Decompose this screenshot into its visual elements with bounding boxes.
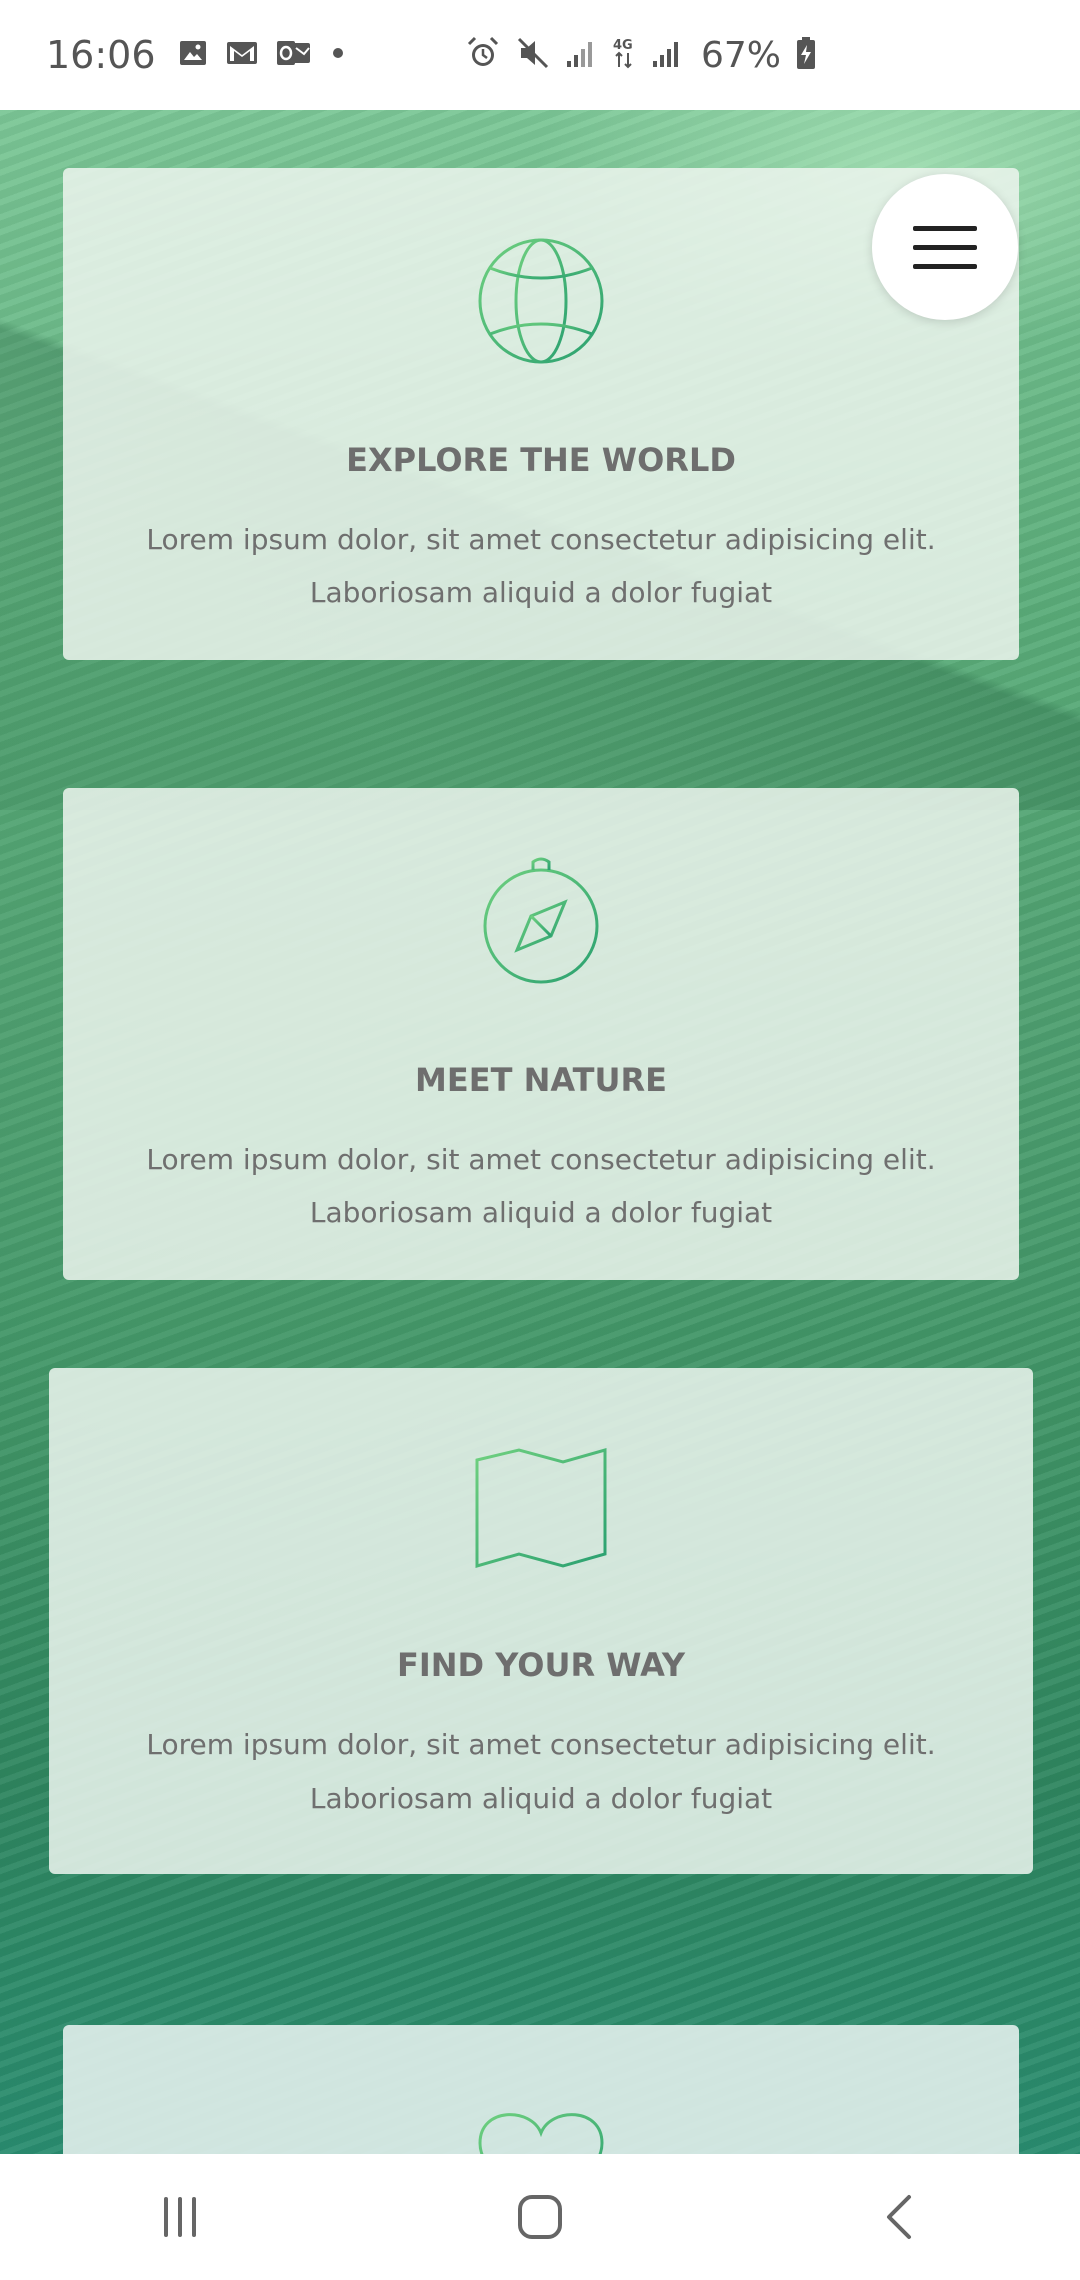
status-bar: 16:06 4G 67% (0, 0, 1080, 110)
mute-icon (515, 35, 551, 75)
back-button[interactable] (840, 2167, 960, 2267)
menu-button[interactable] (872, 174, 1018, 320)
hamburger-icon-line (913, 263, 977, 269)
battery-percent: 67% (701, 34, 782, 76)
card-text-line2: Laboriosam aliquid a dolor fugiat (309, 1196, 773, 1229)
card-title: EXPLORE THE WORLD (346, 441, 736, 479)
feature-card-find-way: FIND YOUR WAY Lorem ipsum dolor, sit ame… (49, 1368, 1033, 1874)
outlook-icon (276, 39, 312, 71)
card-text-line1: Lorem ipsum dolor, sit amet consectetur … (146, 523, 936, 556)
card-text-line2: Laboriosam aliquid a dolor fugiat (309, 576, 773, 609)
recent-apps-icon (164, 2197, 196, 2237)
main-content[interactable]: EXPLORE THE WORLD Lorem ipsum dolor, sit… (0, 110, 1080, 2154)
navigation-bar (0, 2154, 1080, 2280)
home-icon (518, 2195, 562, 2239)
back-icon (887, 2195, 911, 2239)
gallery-icon (178, 38, 208, 72)
signal-icon (565, 37, 597, 73)
recent-apps-button[interactable] (120, 2167, 240, 2267)
feature-card-nature: MEET NATURE Lorem ipsum dolor, sit amet … (63, 788, 1019, 1280)
hamburger-icon-line (913, 225, 977, 231)
gmail-icon (226, 40, 258, 70)
hamburger-icon-line (913, 244, 977, 250)
map-icon (475, 1448, 607, 1573)
card-title: MEET NATURE (415, 1061, 667, 1099)
card-title: FIND YOUR WAY (397, 1646, 685, 1684)
signal-icon (651, 37, 683, 73)
status-time: 16:06 (46, 33, 156, 77)
card-text-line2: Laboriosam aliquid a dolor fugiat (309, 1782, 773, 1815)
globe-icon (476, 236, 606, 371)
dot-icon (330, 45, 346, 65)
battery-charging-icon (795, 36, 817, 74)
card-text-line1: Lorem ipsum dolor, sit amet consectetur … (146, 1728, 936, 1761)
card-text-line1: Lorem ipsum dolor, sit amet consectetur … (146, 1143, 936, 1176)
compass-icon (481, 856, 601, 991)
heart-icon (476, 2103, 606, 2154)
svg-text:4G: 4G (613, 38, 633, 53)
feature-card-partial (63, 2025, 1019, 2154)
4g-icon: 4G (611, 35, 637, 75)
home-button[interactable] (480, 2167, 600, 2267)
alarm-icon (465, 35, 501, 75)
